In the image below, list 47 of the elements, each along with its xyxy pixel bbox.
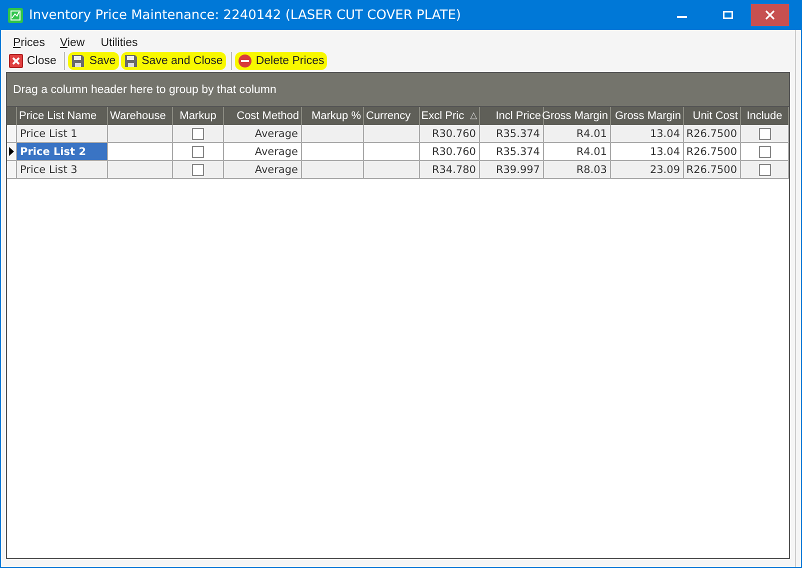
app-icon	[8, 8, 23, 22]
table-cell: R26.7500	[686, 164, 737, 176]
close-icon	[765, 10, 775, 20]
table-cell: R30.760	[432, 146, 476, 158]
table-cell: R8.03	[576, 164, 607, 176]
table-cell: Price List 1	[20, 128, 78, 140]
table-row[interactable]: Price List 2 Average R30.760 R35.374 R4.01 13.04 R26.7500	[7, 143, 789, 161]
menu-item[interactable]: Utilities	[100, 37, 146, 50]
close-button[interactable]	[751, 4, 789, 26]
table-cell: 13.04	[650, 146, 680, 158]
window-title: Inventory Price Maintenance: 2240142 (LASER CUT COVER PLATE)	[29, 8, 462, 22]
toolbar-button[interactable]: Delete Prices	[234, 52, 328, 70]
row-indicator[interactable]	[7, 143, 17, 160]
checkbox[interactable]	[758, 164, 770, 176]
table-cell: R35.374	[496, 146, 540, 158]
table-cell: R26.7500	[686, 128, 737, 140]
table-cell: R34.780	[432, 164, 476, 176]
toolbar-button[interactable]: Save and Close	[120, 52, 226, 70]
table-cell: R30.760	[432, 128, 476, 140]
table-cell: 13.04	[650, 128, 680, 140]
checkbox[interactable]	[192, 128, 204, 140]
table-cell: R39.997	[496, 164, 540, 176]
maximize-icon	[723, 10, 733, 20]
checkbox[interactable]	[758, 146, 770, 158]
table-cell: R4.01	[576, 146, 607, 158]
delete-icon	[238, 54, 252, 68]
table-cell: Price List 2	[20, 146, 86, 158]
current-row-icon	[9, 147, 14, 156]
menu-item[interactable]: Prices	[13, 37, 53, 50]
table-cell: 23.09	[650, 164, 680, 176]
table-cell: R26.7500	[686, 146, 737, 158]
table-cell: R4.01	[576, 128, 607, 140]
table-cell: Price List 3	[20, 164, 78, 176]
table-cell: R35.374	[496, 128, 540, 140]
checkbox[interactable]	[192, 146, 204, 158]
table-cell: Average	[254, 128, 298, 140]
table-row[interactable]: Price List 1 Average R30.760 R35.374 R4.01 13.04 R26.7500	[7, 125, 789, 143]
table-row[interactable]: Price List 3 Average R34.780 R39.997 R8.03 23.09 R26.7500	[7, 161, 789, 179]
checkbox[interactable]	[758, 128, 770, 140]
group-by-panel[interactable]: Drag a column header here to group by that column	[7, 73, 789, 107]
toolbar-button[interactable]: Save	[68, 52, 119, 70]
toolbar-button[interactable]: Close	[6, 52, 60, 70]
menu-item[interactable]: View	[60, 37, 93, 50]
close-icon	[9, 54, 23, 68]
checkbox[interactable]	[192, 164, 204, 176]
table-cell: Average	[254, 164, 298, 176]
table-cell: Average	[254, 146, 298, 158]
